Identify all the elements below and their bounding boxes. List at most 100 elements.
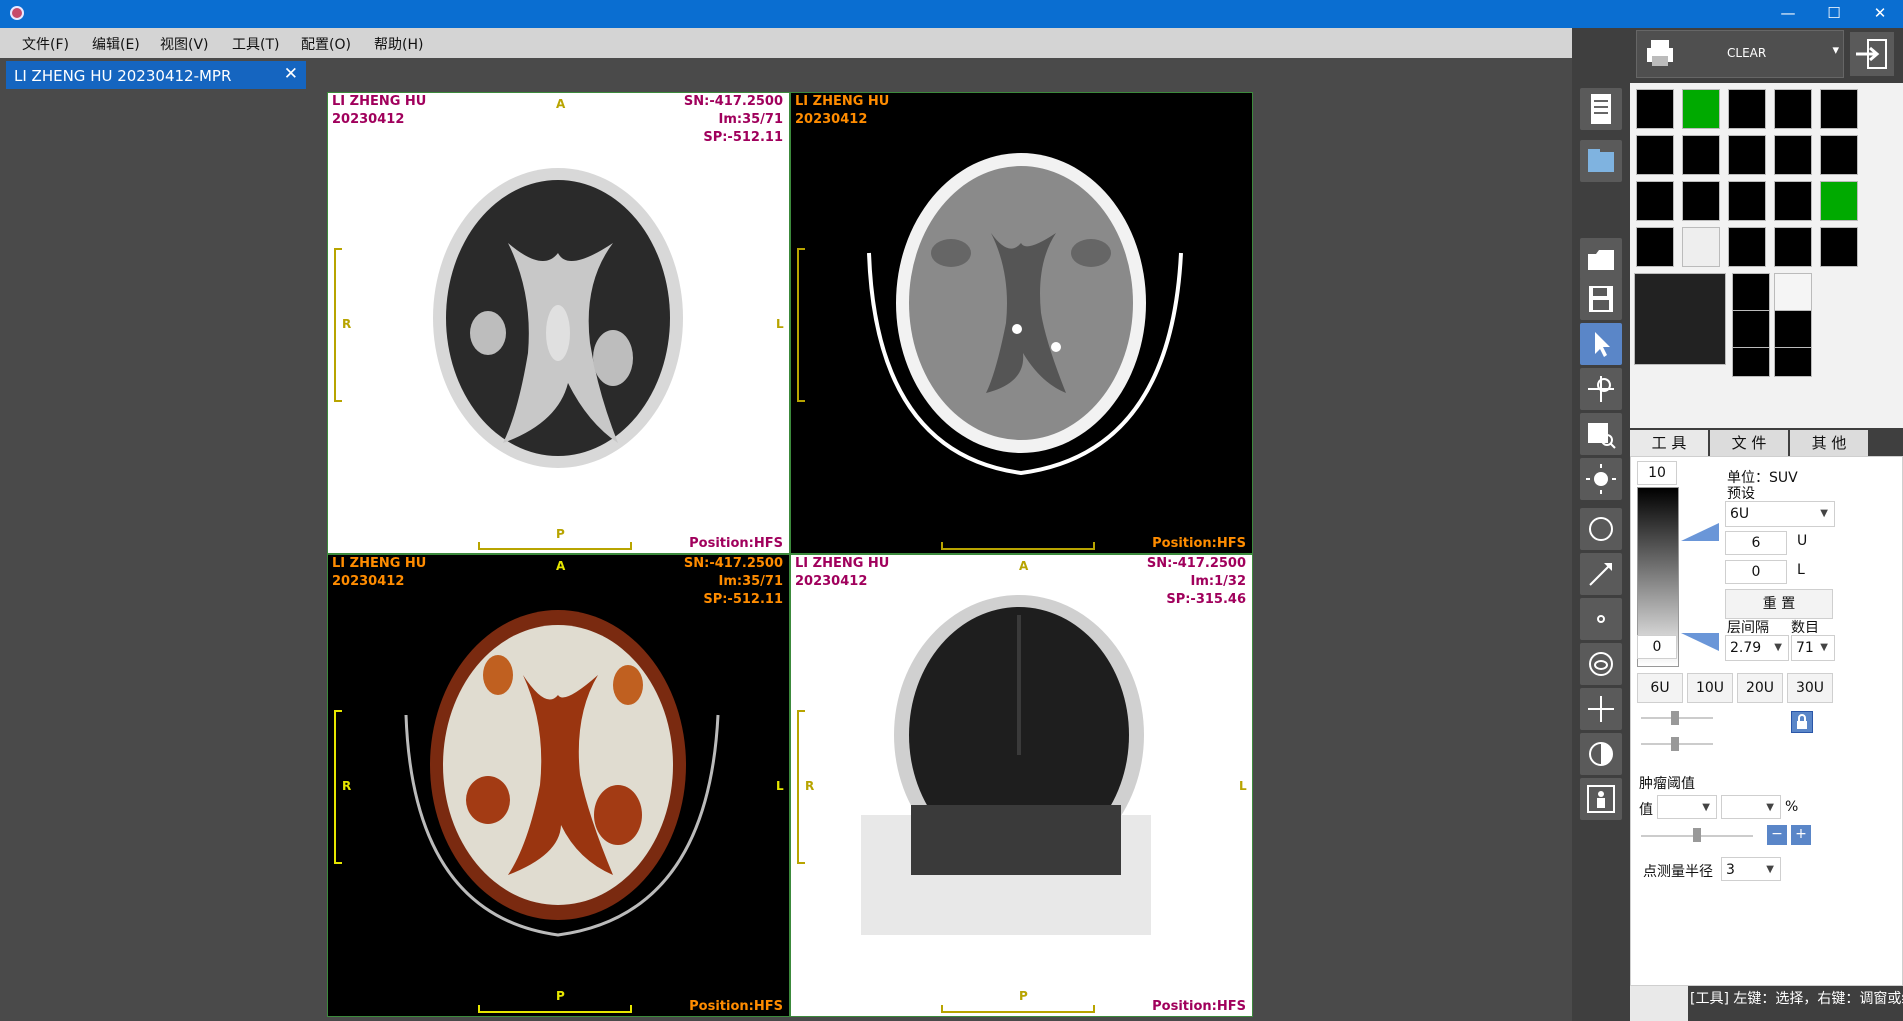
threshold-select-1[interactable]: ▼	[1657, 795, 1717, 819]
layout-thumb[interactable]	[1636, 135, 1674, 175]
layout-thumb[interactable]	[1774, 310, 1812, 350]
menu-view[interactable]: 视图(V)	[160, 34, 209, 54]
report-icon[interactable]	[1580, 88, 1622, 130]
layout-thumb[interactable]	[1820, 89, 1858, 129]
slider-thumb[interactable]	[1671, 711, 1679, 725]
close-icon[interactable]: ✕	[284, 64, 298, 84]
orientation-anterior: A	[556, 559, 566, 573]
layout-thumb[interactable]	[1728, 135, 1766, 175]
layout-thumb[interactable]	[1820, 135, 1858, 175]
chevron-down-icon[interactable]: ▾	[1832, 43, 1839, 58]
point-measure-icon[interactable]	[1580, 598, 1622, 640]
preset-30u-button[interactable]: 30U	[1787, 673, 1833, 703]
open-file-icon[interactable]	[1580, 238, 1622, 280]
layout-thumb[interactable]	[1774, 89, 1812, 129]
preset-6u-button[interactable]: 6U	[1637, 673, 1683, 703]
layout-thumb[interactable]	[1774, 273, 1812, 313]
layout-thumb[interactable]	[1820, 227, 1858, 267]
layout-thumb[interactable]	[1774, 227, 1812, 267]
maximize-button[interactable]: ☐	[1811, 0, 1857, 28]
chevron-down-icon: ▼	[1702, 802, 1710, 813]
layout-thumb[interactable]	[1728, 181, 1766, 221]
preset-10u-button[interactable]: 10U	[1687, 673, 1733, 703]
save-icon[interactable]	[1580, 278, 1622, 320]
point-radius-select[interactable]: 3 ▼	[1721, 857, 1781, 881]
patient-info: LI ZHENG HU 20230412	[795, 93, 889, 129]
tool-panel: 10 0 单位：SUV 预设 6U ▼ 6 U 0 L 重 置 层间隔 数目 2…	[1630, 456, 1903, 986]
scale-ruler-horizontal	[478, 1005, 632, 1013]
orientation-right: R	[342, 317, 352, 331]
layout-thumb[interactable]	[1774, 347, 1812, 377]
scale-max-value[interactable]: 10	[1637, 461, 1677, 485]
tab-mpr[interactable]: LI ZHENG HU 20230412-MPR ✕	[6, 61, 306, 89]
exit-icon[interactable]	[1850, 32, 1894, 76]
menu-config[interactable]: 配置(O)	[301, 34, 351, 54]
invert-contrast-icon[interactable]	[1580, 733, 1622, 775]
study-date: 20230412	[795, 574, 868, 589]
layout-thumb[interactable]	[1682, 181, 1720, 221]
select-pointer-icon[interactable]	[1580, 323, 1622, 365]
layout-thumb[interactable]	[1774, 135, 1812, 175]
menu-help[interactable]: 帮助(H)	[374, 34, 423, 54]
layout-thumb[interactable]	[1636, 89, 1674, 129]
tab-tools[interactable]: 工 具	[1630, 430, 1708, 456]
menu-tools[interactable]: 工具(T)	[232, 34, 279, 54]
image-folder-icon[interactable]	[1580, 140, 1622, 182]
layout-thumb[interactable]	[1732, 273, 1770, 313]
tab-files[interactable]: 文 件	[1710, 430, 1788, 456]
minimize-button[interactable]: —	[1765, 0, 1811, 28]
preset-select[interactable]: 6U ▼	[1725, 501, 1835, 527]
brightness-icon[interactable]	[1580, 458, 1622, 500]
point-radius-value: 3	[1726, 862, 1735, 878]
layout-person-icon[interactable]	[1580, 778, 1622, 820]
lower-level-marker[interactable]	[1681, 633, 1719, 651]
layout-thumb[interactable]	[1682, 135, 1720, 175]
threshold-select-2[interactable]: ▼	[1721, 795, 1781, 819]
viewport-pet-axial[interactable]: LI ZHENG HU 20230412 SN:-417.2500 Im:35/…	[327, 92, 790, 554]
menu-file[interactable]: 文件(F)	[22, 34, 69, 54]
preset-20u-button[interactable]: 20U	[1737, 673, 1783, 703]
layout-thumb[interactable]	[1774, 181, 1812, 221]
count-select[interactable]: 71 ▼	[1791, 635, 1835, 661]
viewport-ct-axial[interactable]: LI ZHENG HU 20230412 Position:HFS	[790, 92, 1253, 554]
layout-thumb[interactable]	[1682, 227, 1720, 267]
layout-thumb[interactable]	[1732, 347, 1770, 377]
image-zoom-icon[interactable]	[1580, 413, 1622, 455]
layout-thumb[interactable]	[1636, 181, 1674, 221]
arrow-tool-icon[interactable]	[1580, 553, 1622, 595]
viewport-pet-coronal[interactable]: LI ZHENG HU 20230412 SN:-417.2500 Im:1/3…	[790, 554, 1253, 1017]
close-window-button[interactable]: ✕	[1857, 0, 1903, 28]
upper-value-input[interactable]: 6	[1725, 531, 1787, 555]
menu-edit[interactable]: 编辑(E)	[92, 34, 140, 54]
layout-thumb[interactable]	[1728, 89, 1766, 129]
threshold-slider-thumb[interactable]	[1693, 828, 1701, 842]
ellipse-roi-icon[interactable]	[1580, 508, 1622, 550]
app-icon	[10, 6, 24, 20]
lock-icon[interactable]	[1791, 711, 1813, 733]
plus-icon[interactable]: +	[1791, 825, 1811, 845]
layout-thumb[interactable]	[1732, 310, 1770, 350]
layout-thumb[interactable]	[1636, 227, 1674, 267]
scale-min-value[interactable]: 0	[1637, 635, 1677, 659]
clear-label: CLEAR	[1727, 46, 1767, 60]
count-label: 数目	[1791, 620, 1819, 636]
position-label: Position:HFS	[1152, 536, 1246, 551]
layout-thumb[interactable]	[1820, 181, 1858, 221]
layout-thumb[interactable]	[1682, 89, 1720, 129]
zoom-pan-icon[interactable]	[1580, 368, 1622, 410]
tab-other[interactable]: 其 他	[1790, 430, 1868, 456]
upper-level-marker[interactable]	[1681, 523, 1719, 541]
slider-thumb[interactable]	[1671, 737, 1679, 751]
viewport-fusion-axial[interactable]: LI ZHENG HU 20230412 SN:-417.2500 Im:35/…	[327, 554, 790, 1017]
patient-info: LI ZHENG HU 20230412	[795, 555, 889, 591]
print-clear-button[interactable]: CLEAR ▾	[1636, 30, 1844, 78]
lower-value-input[interactable]: 0	[1725, 560, 1787, 584]
grid-layout-thumb[interactable]	[1634, 273, 1726, 365]
reset-button[interactable]: 重 置	[1725, 589, 1833, 619]
minus-icon[interactable]: −	[1767, 825, 1787, 845]
freehand-roi-icon[interactable]	[1580, 643, 1622, 685]
patient-name: LI ZHENG HU	[332, 556, 427, 571]
spacing-select[interactable]: 2.79 ▼	[1725, 635, 1789, 661]
layout-thumb[interactable]	[1728, 227, 1766, 267]
crosshair-icon[interactable]	[1580, 688, 1622, 730]
